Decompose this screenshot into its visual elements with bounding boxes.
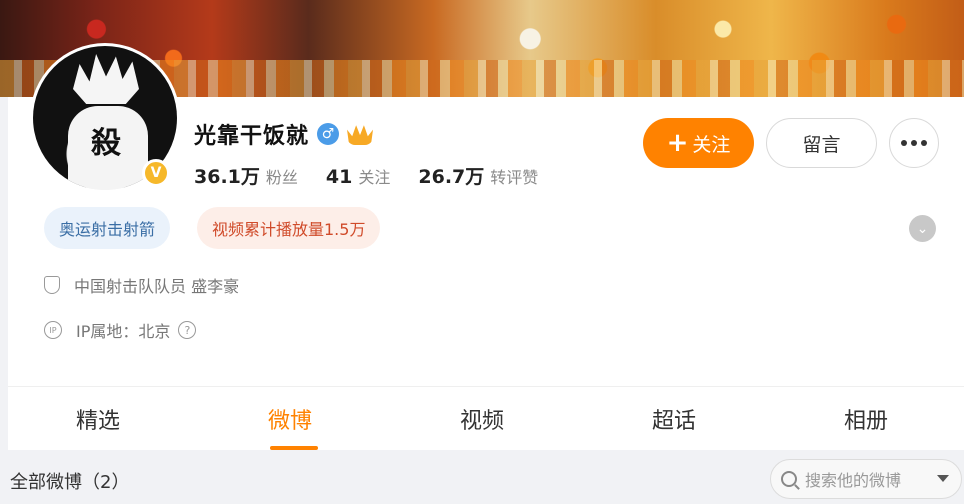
engagement-count: 26.7万 xyxy=(418,166,485,188)
followers-count[interactable]: 36.1万 xyxy=(194,162,260,189)
more-dot-icon xyxy=(911,140,917,146)
tab-super-topic[interactable]: 超话 xyxy=(652,403,696,435)
profile-name: 光靠干饭就 xyxy=(194,124,310,149)
ip-text: IP属地：北京 xyxy=(76,322,171,341)
tab-featured[interactable]: 精选 xyxy=(76,403,120,435)
search-input[interactable]: 搜索他的微博 xyxy=(770,459,962,499)
plus-icon: + xyxy=(666,128,689,158)
bio-text: 中国射击队队员 盛李豪 xyxy=(74,277,240,296)
verified-badge-icon: V xyxy=(142,159,170,187)
bio-row: 中国射击队队员 盛李豪 xyxy=(44,273,239,297)
following-count[interactable]: 41 xyxy=(326,166,352,188)
profile-tabs: 精选 微博 视频 超话 相册 xyxy=(8,387,964,450)
search-icon xyxy=(781,471,797,487)
engagement-label: 转评赞 xyxy=(490,168,539,187)
followers-label[interactable]: 粉丝 xyxy=(266,164,298,188)
name-row: 光靠干饭就 ♂ xyxy=(194,118,374,150)
follow-label: 关注 xyxy=(692,133,731,156)
crown-member-icon[interactable] xyxy=(347,125,374,145)
follow-button[interactable]: + 关注 xyxy=(643,118,754,168)
tab-weibo[interactable]: 微博 xyxy=(268,403,312,435)
male-gender-icon: ♂ xyxy=(317,123,340,145)
stats-row: 36.1万 粉丝 41 关注 26.7万 转评赞 xyxy=(194,162,560,189)
more-dot-icon xyxy=(921,140,927,146)
avatar-hair xyxy=(73,54,139,104)
tab-videos[interactable]: 视频 xyxy=(460,403,504,435)
chevron-down-icon[interactable] xyxy=(937,475,949,482)
expand-chevron-icon[interactable]: ⌄ xyxy=(909,215,936,242)
shield-icon xyxy=(44,276,60,294)
tag-olympic-shooting[interactable]: 奥运射击射箭 xyxy=(44,207,171,249)
ip-row: IP IP属地：北京 ? xyxy=(44,318,197,342)
all-posts-label[interactable]: 全部微博（2） xyxy=(10,468,129,494)
following-label[interactable]: 关注 xyxy=(358,164,390,188)
more-options-button[interactable] xyxy=(889,118,939,168)
weibo-profile-page: 殺 V 光靠干饭就 ♂ 36.1万 粉丝 41 关注 26.7万 转评赞 + 关… xyxy=(0,0,964,504)
search-placeholder: 搜索他的微博 xyxy=(805,471,902,490)
message-button[interactable]: 留言 xyxy=(766,118,877,168)
ip-location-icon: IP xyxy=(44,321,62,339)
help-icon[interactable]: ? xyxy=(178,321,197,339)
tag-video-plays[interactable]: 视频累计播放量1.5万 xyxy=(197,207,381,249)
more-dot-icon xyxy=(901,140,907,146)
avatar-shirt-text: 殺 xyxy=(91,126,121,161)
tab-album[interactable]: 相册 xyxy=(844,403,888,435)
